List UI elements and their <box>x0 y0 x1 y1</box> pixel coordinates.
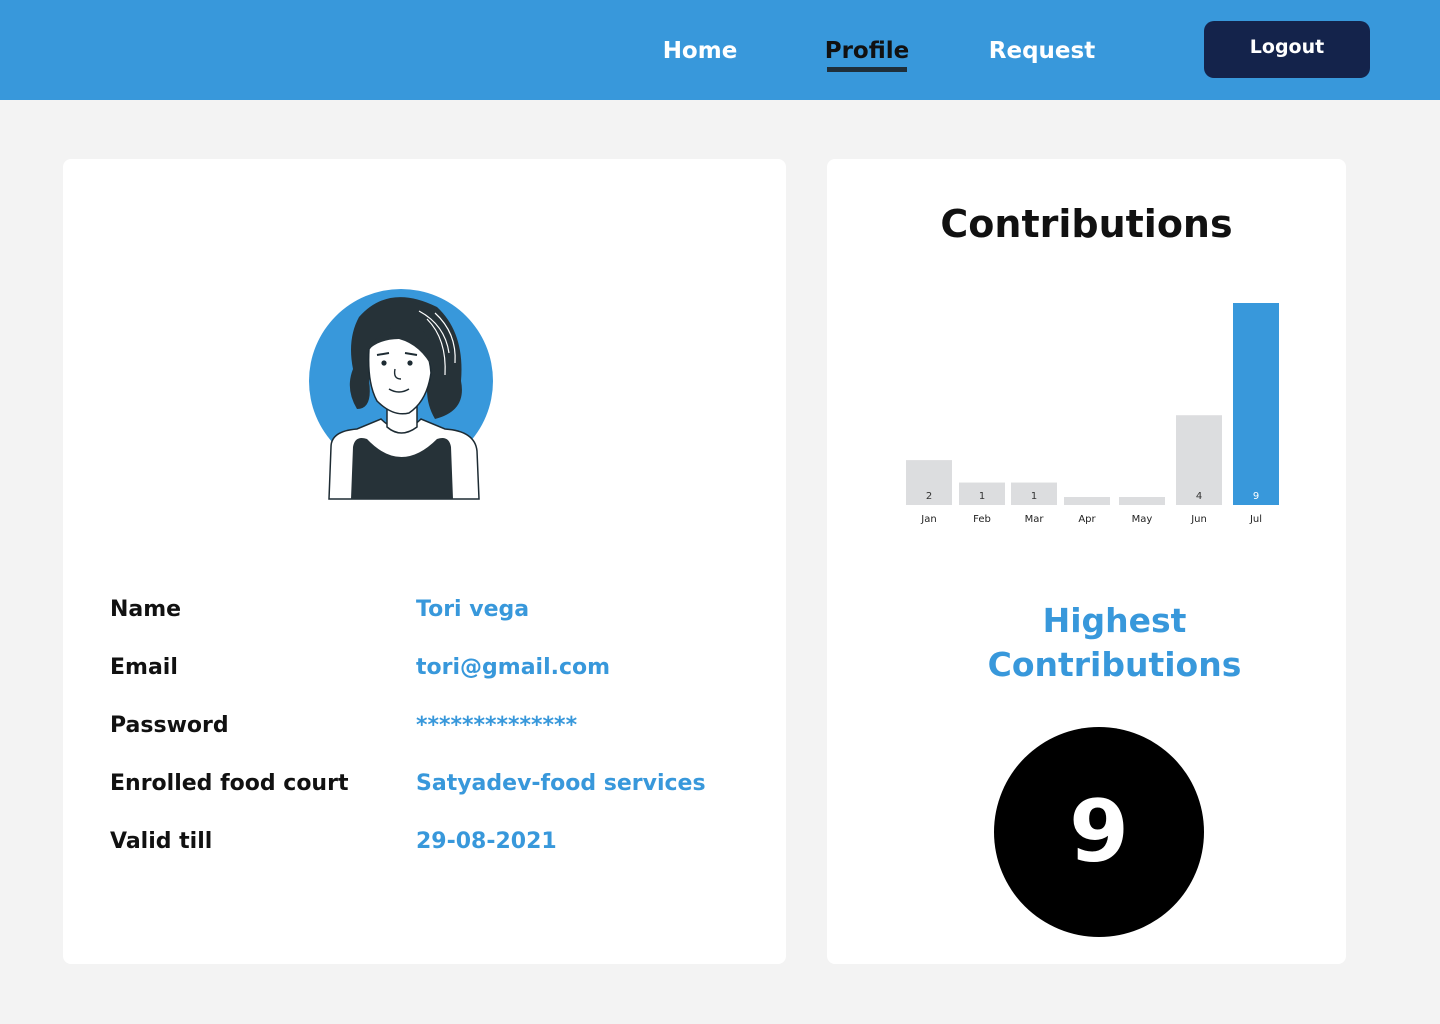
contributions-card: Contributions 2 Jan 1 Feb 1 Mar Apr May 4 Jun 9 Jul… <box>827 159 1346 964</box>
highest-contribution-badge: 9 <box>994 727 1204 937</box>
x-tick-label-jan: Jan <box>920 514 936 525</box>
name-label: Name <box>110 597 182 622</box>
bar-value-label-jun: 4 <box>1196 491 1202 502</box>
highest-contributions-title: Highest Contributions <box>987 601 1242 684</box>
logout-button[interactable]: Logout <box>1204 21 1370 78</box>
bar-jul <box>1233 303 1279 505</box>
bar-value-label-feb: 1 <box>979 491 985 502</box>
x-tick-label-jul: Jul <box>1249 514 1262 525</box>
top-navigation-bar: Home Profile Request Logout <box>0 0 1440 100</box>
email-value: tori@gmail.com <box>416 655 611 680</box>
bar-value-label-jan: 2 <box>926 491 932 502</box>
valid-till-value: 29-08-2021 <box>416 829 557 854</box>
bar-value-label-jul: 9 <box>1253 491 1259 502</box>
bar-may <box>1119 497 1165 505</box>
x-tick-label-jun: Jun <box>1190 514 1207 525</box>
user-avatar <box>309 289 493 500</box>
name-value: Tori vega <box>416 597 530 622</box>
nav-request-link[interactable]: Request <box>976 34 1108 68</box>
email-label: Email <box>110 655 178 680</box>
password-value: ************** <box>416 713 578 738</box>
password-label: Password <box>110 713 229 738</box>
contributions-bar-chart: 2 Jan 1 Feb 1 Mar Apr May 4 Jun 9 Jul <box>906 303 1279 525</box>
x-tick-label-mar: Mar <box>1025 514 1045 525</box>
contributions-title: Contributions <box>940 202 1233 246</box>
food-court-value: Satyadev-food services <box>416 771 706 796</box>
nav-profile-link[interactable]: Profile <box>817 34 917 68</box>
bar-value-label-mar: 1 <box>1031 491 1037 502</box>
bar-apr <box>1064 497 1110 505</box>
profile-card: Name Tori vega Email tori@gmail.com Pass… <box>63 159 786 964</box>
active-nav-indicator <box>827 67 907 72</box>
x-tick-label-feb: Feb <box>973 514 991 525</box>
valid-till-label: Valid till <box>110 829 213 854</box>
food-court-label: Enrolled food court <box>110 771 349 796</box>
x-tick-label-apr: Apr <box>1078 514 1096 525</box>
nav-home-link[interactable]: Home <box>650 34 750 68</box>
x-tick-label-may: May <box>1132 514 1153 525</box>
